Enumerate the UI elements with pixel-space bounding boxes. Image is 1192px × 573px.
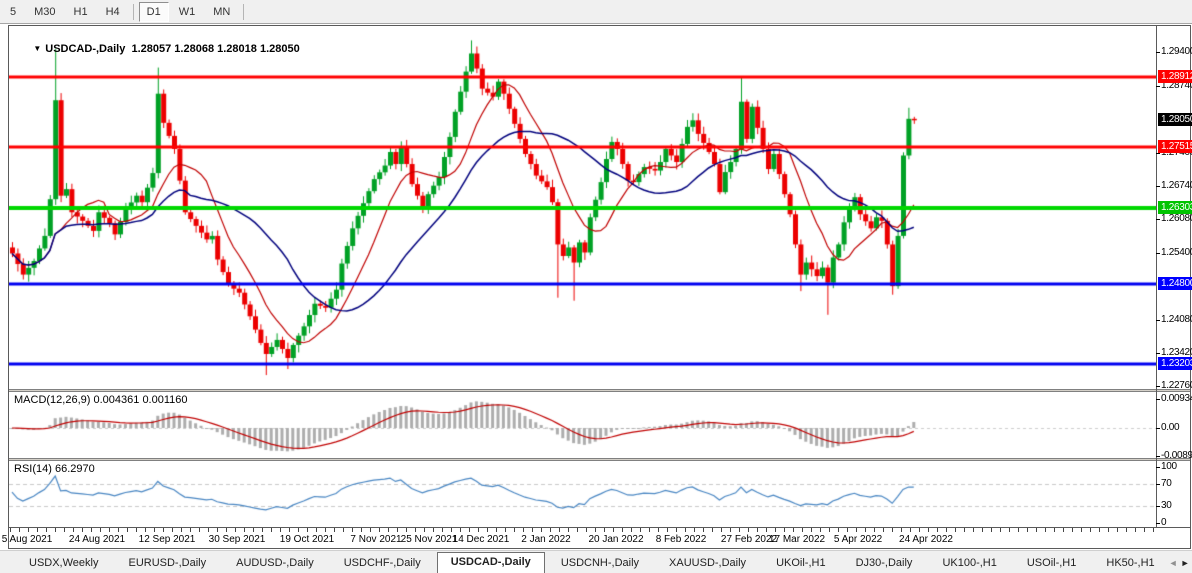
- toolbar-separator: [243, 4, 244, 20]
- time-axis-ticks: [10, 528, 1156, 532]
- date-axis-label: 24 Apr 2022: [899, 534, 953, 545]
- price-axis-tick: [1156, 253, 1160, 254]
- chart-ohlc-title: ▼ USDCAD-,Daily 1.28057 1.28068 1.28018 1…: [15, 31, 300, 67]
- timeframe-button-d1[interactable]: D1: [139, 2, 169, 22]
- ohlc-open: 1.28057: [131, 43, 171, 55]
- time-axis[interactable]: 5 Aug 202124 Aug 202112 Sep 202130 Sep 2…: [9, 527, 1190, 548]
- price-axis-tick: [1156, 386, 1160, 387]
- timeframe-toolbar: 5M30H1H4 D1W1MN: [0, 0, 1192, 24]
- price-axis-tick: [1156, 353, 1160, 354]
- date-axis-label: 30 Sep 2021: [209, 534, 266, 545]
- date-axis-label: 12 Sep 2021: [139, 534, 196, 545]
- main-chart-canvas[interactable]: [9, 29, 1156, 390]
- price-badge: 1.23203: [1158, 357, 1192, 370]
- tab-usdx-weekly[interactable]: USDX,Weekly: [15, 554, 112, 573]
- tab-eurusd-daily[interactable]: EURUSD-,Daily: [114, 554, 220, 573]
- timeframe-button-h1[interactable]: H1: [66, 2, 96, 22]
- tab-dj30-daily[interactable]: DJ30-,Daily: [842, 554, 927, 573]
- date-axis-label: 17 Mar 2022: [769, 534, 825, 545]
- timeframe-button-5[interactable]: 5: [2, 2, 24, 22]
- date-axis-label: 2 Jan 2022: [521, 534, 571, 545]
- tab-audusd-daily[interactable]: AUDUSD-,Daily: [222, 554, 328, 573]
- ohlc-low: 1.28018: [217, 43, 257, 55]
- macd-axis-label: 0.00: [1161, 422, 1179, 433]
- rsi-indicator-label: RSI(14) 66.2970: [14, 463, 95, 475]
- timeframe-button-h4[interactable]: H4: [98, 2, 128, 22]
- macd-axis-tick: [1156, 399, 1160, 400]
- price-badge: 1.27515: [1158, 140, 1192, 153]
- date-axis-label: 14 Dec 2021: [453, 534, 510, 545]
- macd-name: MACD(12,26,9): [14, 394, 90, 406]
- tab-usoil-h1[interactable]: USOil-,H1: [1013, 554, 1091, 573]
- price-badge: 1.28050: [1158, 113, 1192, 126]
- price-badge: 1.24800: [1158, 277, 1192, 290]
- macd-axis-label: -0.008902: [1161, 450, 1192, 461]
- timeframe-button-m30[interactable]: M30: [26, 2, 63, 22]
- timeframe-button-w1[interactable]: W1: [171, 2, 204, 22]
- tab-hk50-h1[interactable]: HK50-,H1: [1092, 554, 1168, 573]
- price-axis-divider: [1156, 26, 1157, 527]
- rsi-panel-canvas[interactable]: [9, 461, 1156, 527]
- rsi-value: 66.2970: [55, 463, 95, 475]
- ohlc-close: 1.28050: [260, 43, 300, 55]
- price-badge: 1.26303: [1158, 201, 1192, 214]
- price-axis-label: 1.24080: [1161, 314, 1192, 325]
- macd-axis-label: 0.009345: [1161, 393, 1192, 404]
- tab-scroll-right-icon[interactable]: ►: [1181, 558, 1190, 568]
- price-axis-label: 1.26080: [1161, 213, 1192, 224]
- rsi-axis-label: 70: [1161, 478, 1172, 489]
- price-axis-label: 1.25400: [1161, 247, 1192, 258]
- rsi-axis-tick: [1156, 467, 1160, 468]
- macd-axis-tick: [1156, 428, 1160, 429]
- tab-usdchf-daily[interactable]: USDCHF-,Daily: [330, 554, 435, 573]
- rsi-axis-tick: [1156, 506, 1160, 507]
- price-axis-tick: [1156, 52, 1160, 53]
- tab-scroll-left-icon[interactable]: ◄: [1169, 558, 1178, 568]
- date-axis-label: 24 Aug 2021: [69, 534, 125, 545]
- rsi-name: RSI(14): [14, 463, 52, 475]
- macd-axis-tick: [1156, 456, 1160, 457]
- date-axis-label: 8 Feb 2022: [656, 534, 707, 545]
- date-axis-label: 20 Jan 2022: [588, 534, 643, 545]
- chart-dropdown-icon[interactable]: ▼: [33, 44, 41, 53]
- date-axis-label: 25 Nov 2021: [401, 534, 458, 545]
- tab-uk100-h1[interactable]: UK100-,H1: [928, 554, 1010, 573]
- toolbar-separator: [133, 4, 134, 20]
- rsi-axis-tick: [1156, 523, 1160, 524]
- price-badge: 1.28912: [1158, 70, 1192, 83]
- tab-usdcad-daily[interactable]: USDCAD-,Daily: [437, 552, 545, 573]
- tab-ukoil-h1[interactable]: UKOil-,H1: [762, 554, 840, 573]
- rsi-axis-label: 30: [1161, 500, 1172, 511]
- timeframe-button-mn[interactable]: MN: [205, 2, 238, 22]
- rsi-axis-label: 100: [1161, 461, 1177, 472]
- chart-instrument-label: USDCAD-,Daily: [45, 43, 125, 55]
- price-axis-tick: [1156, 320, 1160, 321]
- price-axis-label: 1.22760: [1161, 380, 1192, 391]
- tab-xauusd-daily[interactable]: XAUUSD-,Daily: [655, 554, 760, 573]
- symbol-tab-bar: USDX,WeeklyEURUSD-,DailyAUDUSD-,DailyUSD…: [0, 550, 1192, 573]
- date-axis-label: 19 Oct 2021: [280, 534, 334, 545]
- price-axis-label: 1.26740: [1161, 180, 1192, 191]
- price-axis-tick: [1156, 219, 1160, 220]
- date-axis-label: 5 Apr 2022: [834, 534, 882, 545]
- mt4-window: 5M30H1H4 D1W1MN ▼ USDCAD-,Daily 1.28057 1.…: [0, 0, 1192, 573]
- ohlc-high: 1.28068: [174, 43, 214, 55]
- tab-usdcnh-daily[interactable]: USDCNH-,Daily: [547, 554, 653, 573]
- macd-main-value: 0.004361: [93, 394, 139, 406]
- date-axis-label: 5 Aug 2021: [2, 534, 53, 545]
- price-axis-label: 1.29400: [1161, 46, 1192, 57]
- price-axis-tick: [1156, 186, 1160, 187]
- date-axis-label: 7 Nov 2021: [350, 534, 401, 545]
- macd-indicator-label: MACD(12,26,9) 0.004361 0.001160: [14, 394, 188, 406]
- price-axis-tick: [1156, 86, 1160, 87]
- rsi-axis-tick: [1156, 484, 1160, 485]
- chart-window: ▼ USDCAD-,Daily 1.28057 1.28068 1.28018 1…: [8, 25, 1191, 549]
- macd-signal-value: 0.001160: [142, 394, 187, 406]
